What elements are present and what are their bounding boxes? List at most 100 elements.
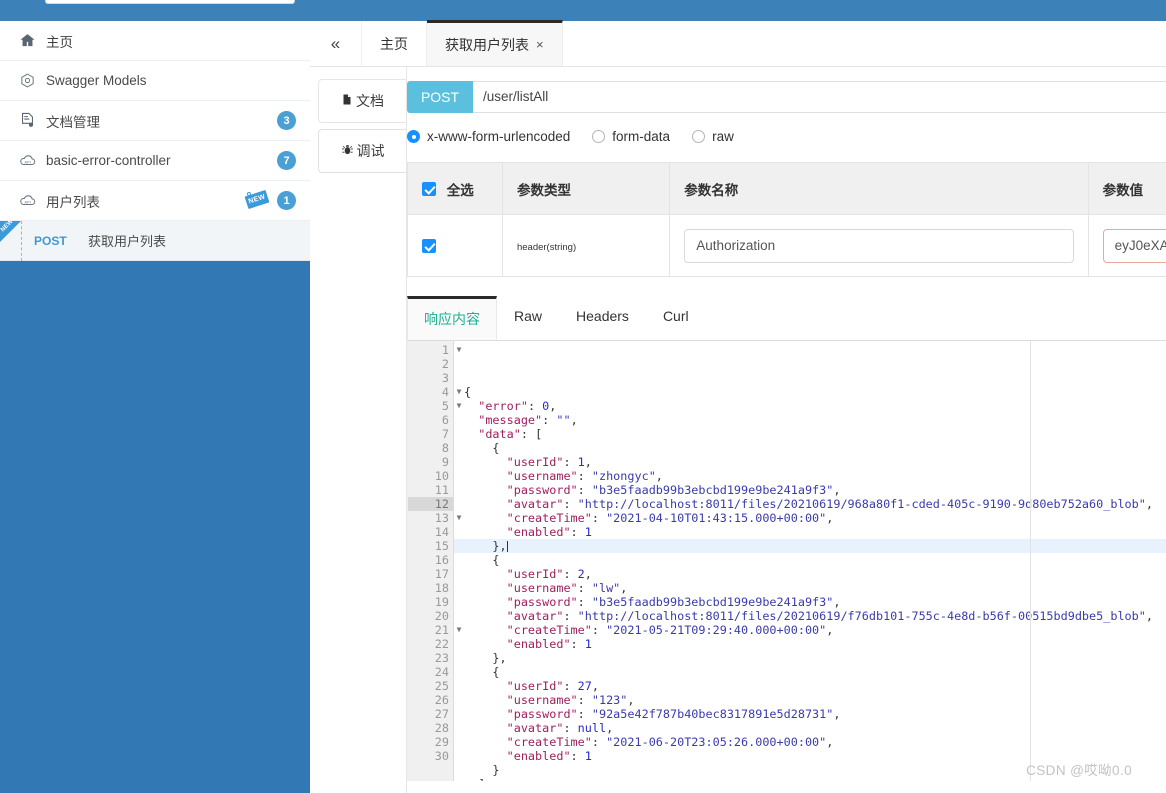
body-wrapper: 文档 调试 POST /user/listAll x-www-form-urle… bbox=[310, 67, 1166, 793]
tab-get-user-list[interactable]: 获取用户列表 × bbox=[427, 20, 563, 66]
header-param-type: 参数类型 bbox=[502, 162, 671, 215]
editor-code-line: } bbox=[492, 763, 500, 777]
sidebar-sub-item-get-user-list[interactable]: NEW POST 获取用户列表 bbox=[0, 219, 310, 261]
editor-code-line: "password": "92a5e42f787b40bec8317891e5d… bbox=[506, 707, 841, 721]
sidebar-item-label: basic-error-controller bbox=[46, 153, 171, 168]
editor-code-line: "createTime": "2021-05-21T09:29:40.000+0… bbox=[506, 623, 834, 637]
text-caret bbox=[506, 541, 508, 552]
brand-label: rbac bbox=[355, 0, 401, 3]
response-code-editor[interactable]: 1 ▼ 2 3 4 ▼ 5 ▼ 6 7 8 9 10 11 12 13 ▼ 14 15 16 17 18 19 20 21 ▼ 22… bbox=[407, 341, 1166, 781]
editor-line-number: 12 bbox=[408, 497, 453, 511]
editor-code-line: "data": [ bbox=[478, 427, 543, 441]
tab-response-headers[interactable]: Headers bbox=[559, 297, 646, 340]
sidebar-item-swagger-models[interactable]: Swagger Models bbox=[0, 61, 310, 101]
home-icon bbox=[14, 32, 40, 49]
editor-line-number: 28 bbox=[434, 721, 449, 735]
tab-response-raw[interactable]: Raw bbox=[497, 297, 560, 340]
top-header-bar: default rbac bbox=[0, 0, 1166, 21]
editor-line-number: 1 ▼ bbox=[408, 343, 462, 357]
bug-icon bbox=[341, 143, 354, 159]
editor-code-area[interactable]: { "error": 0, "message": "", "data": [ {… bbox=[454, 341, 1166, 781]
app-root: default rbac 主页 Swagger bbox=[0, 0, 1166, 793]
sidebar-list: 主页 Swagger Models 文档管理 3 API basic-error… bbox=[0, 21, 310, 261]
editor-code-line: "username": "123", bbox=[506, 693, 635, 707]
editor-line-number: 15 bbox=[434, 539, 449, 553]
sub-item-label: 获取用户列表 bbox=[88, 234, 167, 249]
global-search-input[interactable]: default bbox=[45, 0, 295, 4]
editor-code-line: }, bbox=[492, 651, 507, 665]
param-value-input[interactable]: eyJ0eXAiOiJKV1QiLC bbox=[1102, 228, 1166, 263]
editor-code-line: }, bbox=[454, 539, 1166, 553]
radio-x-www-form-urlencoded[interactable]: x-www-form-urlencoded bbox=[407, 129, 570, 144]
new-flag-icon: NEW bbox=[244, 189, 271, 210]
editor-code-line: ] bbox=[464, 777, 1166, 781]
tab-response-body[interactable]: 响应内容 bbox=[407, 296, 497, 340]
editor-code-line: "userId": 2, bbox=[506, 567, 592, 581]
param-type-text: header(string) bbox=[516, 241, 577, 253]
editor-line-number: 24 bbox=[434, 665, 449, 679]
row-checkbox[interactable] bbox=[422, 238, 436, 253]
vtab-debug[interactable]: 调试 bbox=[318, 129, 406, 173]
svg-text:API: API bbox=[24, 159, 30, 164]
tab-response-curl[interactable]: Curl bbox=[645, 297, 706, 340]
editor-code-line: "error": 0, bbox=[478, 399, 557, 413]
svg-text:API: API bbox=[24, 199, 30, 204]
editor-line-number: 23 bbox=[434, 651, 449, 665]
row-select-cell[interactable] bbox=[407, 214, 503, 277]
sidebar-item-label: 主页 bbox=[46, 34, 73, 50]
sidebar-item-doc-management[interactable]: 文档管理 3 bbox=[0, 101, 310, 141]
select-all-label: 全选 bbox=[446, 182, 474, 198]
param-name-input[interactable]: Authorization bbox=[684, 228, 1074, 263]
radio-icon bbox=[592, 130, 606, 143]
response-tabs: 响应内容 Raw Headers Curl bbox=[407, 296, 1166, 341]
vtab-label: 文档 bbox=[356, 93, 384, 109]
vtab-document[interactable]: 文档 bbox=[318, 79, 406, 123]
editor-line-number: 2 bbox=[441, 357, 449, 371]
radio-label: x-www-form-urlencoded bbox=[427, 129, 571, 144]
double-chevron-left-icon: « bbox=[330, 33, 341, 53]
editor-line-number: 21 ▼ bbox=[408, 623, 462, 637]
radio-raw[interactable]: raw bbox=[692, 129, 734, 144]
request-url-row: POST /user/listAll bbox=[407, 81, 1166, 113]
radio-form-data[interactable]: form-data bbox=[592, 129, 670, 144]
row-type-cell: header(string) bbox=[502, 214, 671, 277]
editor-line-number: 5 ▼ bbox=[408, 399, 462, 413]
editor-code-line: "createTime": "2021-04-10T01:43:15.000+0… bbox=[506, 511, 834, 525]
close-icon[interactable]: × bbox=[536, 37, 544, 52]
request-method-chip[interactable]: POST bbox=[407, 81, 473, 113]
sidebar-item-home[interactable]: 主页 bbox=[0, 21, 310, 61]
editor-line-number: 3 bbox=[441, 371, 449, 385]
editor-code-line: "enabled": 1 bbox=[506, 525, 592, 539]
editor-line-number: 29 bbox=[434, 735, 449, 749]
sub-item-method: POST bbox=[34, 233, 67, 248]
radio-label: raw bbox=[712, 129, 734, 144]
editor-code-line: "password": "b3e5faadb99b3ebcbd199e9be24… bbox=[506, 483, 841, 497]
editor-code-line: { bbox=[492, 665, 500, 679]
sidebar-item-label: Swagger Models bbox=[46, 73, 147, 88]
app-brand: rbac bbox=[330, 0, 401, 4]
vertical-tabs: 文档 调试 bbox=[310, 67, 406, 793]
row-value-cell: eyJ0eXAiOiJKV1QiLC bbox=[1088, 214, 1166, 277]
tab-label: 获取用户列表 bbox=[445, 36, 529, 53]
editor-line-number: 7 bbox=[441, 427, 449, 441]
editor-code-line: "enabled": 1 bbox=[506, 637, 592, 651]
sidebar-item-basic-error-controller[interactable]: API basic-error-controller 7 bbox=[0, 141, 310, 181]
main-content: « 主页 获取用户列表 × 文档 调试 POST /user/listAll x… bbox=[310, 20, 1166, 793]
editor-line-number: 25 bbox=[434, 679, 449, 693]
body-type-radio-group: x-www-form-urlencoded form-data raw bbox=[407, 129, 1166, 144]
cloud-api-icon: API bbox=[14, 151, 40, 170]
editor-line-number: 4 ▼ bbox=[408, 385, 462, 399]
editor-line-number: 8 bbox=[441, 441, 449, 455]
editor-code-line: "username": "lw", bbox=[506, 581, 628, 595]
radio-icon bbox=[692, 130, 706, 143]
sidebar-item-label: 用户列表 bbox=[46, 194, 100, 210]
collapse-sidebar-button[interactable]: « bbox=[310, 21, 362, 66]
tab-home[interactable]: 主页 bbox=[362, 21, 427, 66]
header-select-all[interactable]: 全选 bbox=[407, 162, 503, 215]
request-url-input[interactable]: /user/listAll bbox=[473, 81, 1166, 113]
sidebar-badge: 1 bbox=[277, 191, 296, 210]
sidebar-badge: 3 bbox=[277, 111, 296, 130]
select-all-checkbox[interactable] bbox=[422, 181, 436, 196]
editor-line-number: 11 bbox=[434, 483, 449, 497]
sidebar-item-user-list[interactable]: API 用户列表 NEW 1 bbox=[0, 181, 310, 221]
